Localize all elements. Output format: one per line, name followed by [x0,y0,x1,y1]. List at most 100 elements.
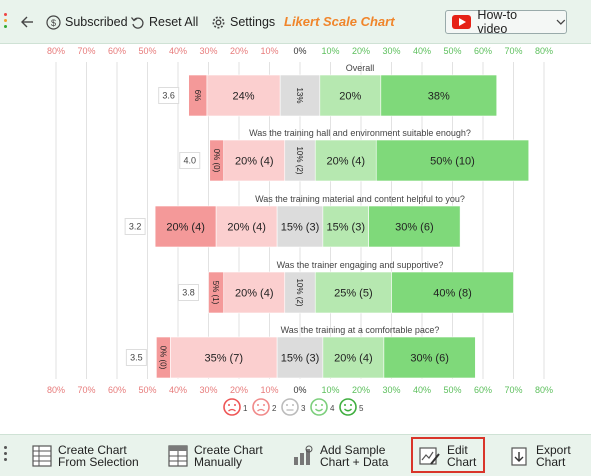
bottom-axis-tick-label: 60% [474,385,492,395]
face-eye [344,404,346,406]
drag-handle-icon[interactable] [4,13,8,31]
top-axis-tick-label: 20% [230,46,248,56]
bar-value-label: 0% (0) [212,149,221,173]
bottom-axis-tick-label: 80% [535,385,553,395]
bar-value-label: 50% (10) [430,156,475,168]
subscribed-button[interactable]: $ Subscribed [46,12,128,32]
score-label: 3.2 [129,222,142,232]
face-eye [234,404,236,406]
face-icon [223,398,241,416]
top-axis-tick-label: 60% [474,46,492,56]
bar-value-label: 15% (3) [281,222,320,234]
face-eye [350,404,352,406]
bottom-axis-tick-label: 70% [77,385,95,395]
bar-value-label: 15% (3) [281,353,320,365]
svg-text:$: $ [51,18,56,28]
bar-value-label: 20% (4) [227,222,266,234]
create-manually-line2: Manually [194,455,243,469]
back-arrow-icon [21,16,33,28]
bar-value-label: 30% (6) [410,353,449,365]
bar-value-label: 20% [339,91,361,103]
how-to-video-dropdown[interactable]: How-to video [445,8,567,36]
top-axis-tick-label: 30% [199,46,217,56]
dollar-icon: $ [46,14,61,30]
likert-row: Was the training at a comfortable pace? 0… [125,325,476,379]
legend-entry: 5 [339,398,364,416]
face-eye [257,404,259,406]
create-from-selection-line2: From Selection [58,455,139,469]
settings-button[interactable]: Settings [211,12,275,32]
top-axis-tick-label: 10% [321,46,339,56]
legend-entry: 4 [310,398,335,416]
face-icon [281,398,299,416]
question-label: Was the trainer engaging and supportive? [277,260,444,270]
sample-data-icon [294,445,313,465]
bar-value-label: 20% (4) [235,288,274,300]
grid-edit-icon [168,445,188,467]
bottom-axis-tick-label: 50% [138,385,156,395]
score-label: 3.5 [130,353,143,363]
edit-chart-button[interactable]: Edit Chart [419,440,476,472]
add-sample-chart-button[interactable]: Add Sample Chart + Data [292,440,388,472]
face-mouth [228,408,236,412]
score-label: 3.8 [182,288,195,298]
face-mouth [344,408,352,412]
legend-entry: 1 [223,398,248,416]
face-eye [292,404,294,406]
bar-value-label: 6% [193,90,202,102]
bar-value-label: 20% (4) [326,156,365,168]
score-label: 4.0 [183,156,196,166]
bar-value-label: 13% [295,87,304,103]
top-axis-tick-label: 80% [535,46,553,56]
export-chart-button[interactable]: Export Chart [510,440,571,472]
likert-chart: 80% 80% 70% 70% 60% 60% 50% 50% 40% 40% 30% 30% 20% 2… [0,44,591,434]
bottom-axis-tick-label: 10% [321,385,339,395]
create-from-selection-button[interactable]: Create Chart From Selection [32,440,139,472]
face-eye [286,404,288,406]
top-toolbar: $ Subscribed Reset All Settings Likert S… [0,0,591,44]
bar-value-label: 15% (3) [326,222,365,234]
bottom-axis-tick-label: 0% [293,385,306,395]
create-manually-button[interactable]: Create Chart Manually [168,440,263,472]
bar-value-label: 10% (2) [295,146,304,174]
edit-chart-line2: Chart [447,455,477,469]
settings-label: Settings [230,15,276,29]
likert-row: Was the training hall and environment su… [179,128,530,182]
top-axis-tick-label: 80% [47,46,65,56]
score-label: 3.6 [162,91,175,101]
top-axis-tick-label: 30% [382,46,400,56]
legend-label: 4 [330,404,335,413]
face-eye [228,404,230,406]
bar-value-label: 35% (7) [204,353,243,365]
bar-value-label: 24% [233,91,255,103]
table-selection-icon [32,445,52,467]
bottom-axis-tick-label: 30% [199,385,217,395]
bar-value-label: 40% (8) [433,288,472,300]
face-mouth [257,408,265,412]
likert-row: Was the trainer engaging and supportive?… [178,260,514,314]
chart-title: Likert Scale Chart [284,14,395,29]
top-axis-tick-label: 0% [293,46,306,56]
bar-value-label: 20% (4) [166,222,205,234]
likert-row: Overall 6% 3.6 24% 13% 20% 38% [158,63,498,117]
export-icon [511,447,527,466]
legend-label: 3 [301,404,306,413]
drag-handle-icon[interactable] [4,446,8,464]
bottom-axis-tick-label: 60% [108,385,126,395]
legend-label: 2 [272,404,277,413]
legend-label: 1 [243,404,248,413]
top-axis-tick-label: 70% [77,46,95,56]
bottom-axis-tick-label: 40% [169,385,187,395]
likert-row: Was the training material and content he… [124,194,465,248]
likert-chart-svg: 80%80%70%70%60%60%50%50%40%40%30%30%20%2… [47,46,553,416]
reset-all-label: Reset All [149,15,199,29]
face-icon [339,398,357,416]
youtube-icon [452,15,472,29]
top-axis-tick-label: 70% [504,46,522,56]
bar-value-label: 10% (2) [295,278,304,306]
question-label: Overall [346,63,375,73]
bar-value-label: 20% (4) [235,156,274,168]
back-button[interactable] [20,12,38,32]
reset-all-button[interactable]: Reset All [130,12,198,32]
bottom-toolbar: Create Chart From Selection Create Chart… [0,434,591,476]
